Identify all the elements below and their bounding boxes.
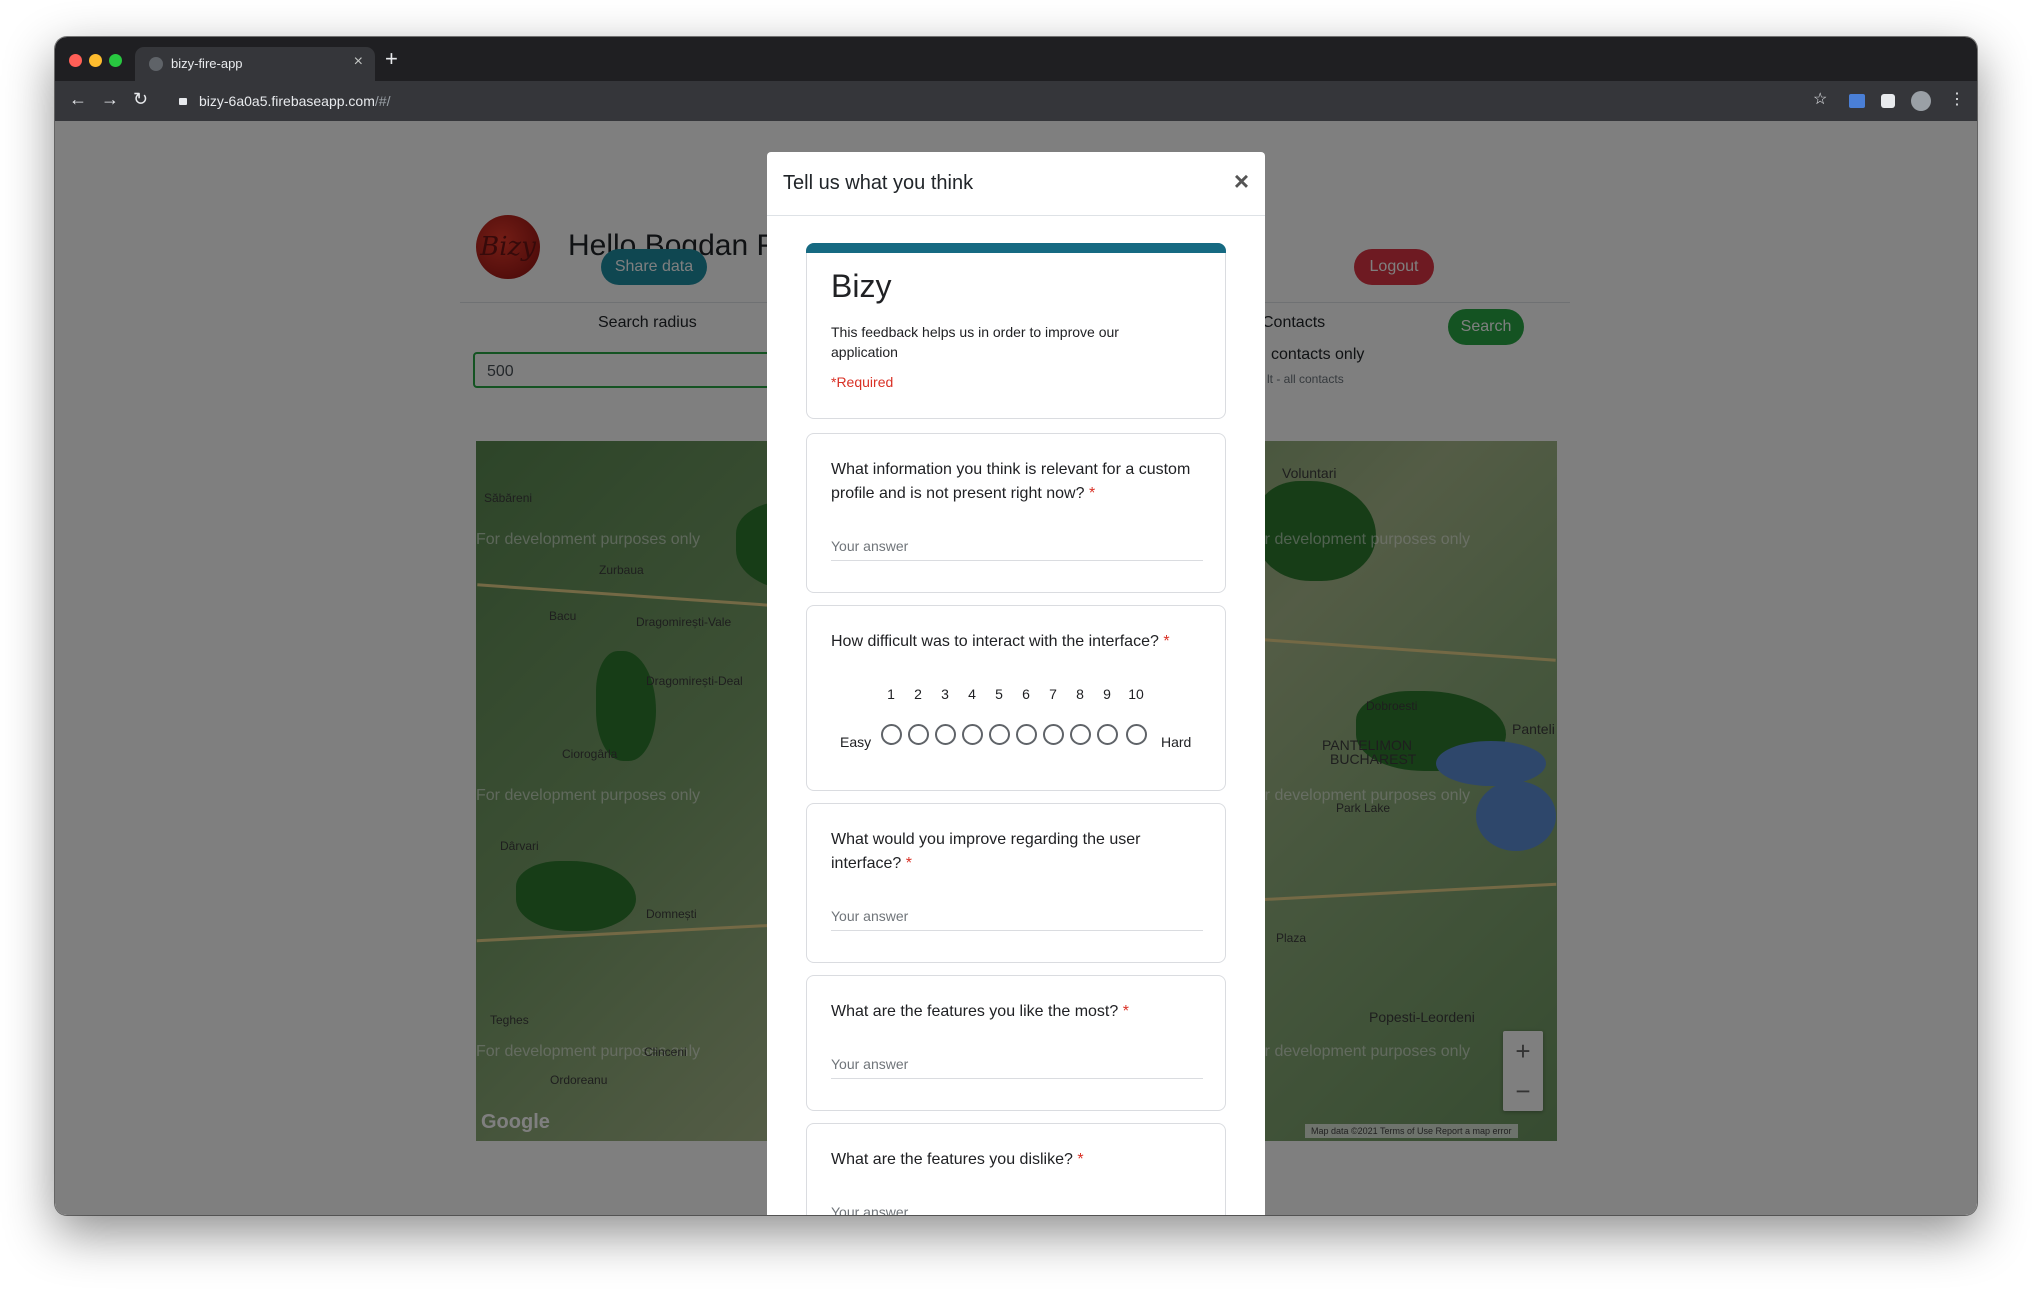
question-card: What information you think is relevant f… <box>806 433 1226 593</box>
scale-radio-4[interactable] <box>962 724 983 745</box>
required-note: *Required <box>831 374 894 390</box>
scale-radio-1[interactable] <box>881 724 902 745</box>
minimize-window-button[interactable] <box>89 54 102 67</box>
answer-input[interactable]: Your answer <box>831 538 1203 561</box>
modal-header: Tell us what you think × <box>767 152 1265 216</box>
back-icon[interactable]: ← <box>69 89 87 110</box>
question-card: How difficult was to interact with the i… <box>806 605 1226 791</box>
tab-title: bizy-fire-app <box>171 56 243 71</box>
question-card: What are the features you dislike? * You… <box>806 1123 1226 1215</box>
question-label: How difficult was to interact with the i… <box>831 633 1159 650</box>
scale-number: 3 <box>941 686 949 702</box>
scale-number: 10 <box>1128 686 1144 702</box>
scale-radio-7[interactable] <box>1043 724 1064 745</box>
form-title: Bizy <box>831 268 892 304</box>
answer-input[interactable]: Your answer <box>831 1056 1203 1079</box>
extensions-puzzle-icon[interactable] <box>1881 94 1895 108</box>
close-window-button[interactable] <box>69 54 82 67</box>
tab-close-icon[interactable]: × <box>354 53 363 71</box>
scale-number: 2 <box>914 686 922 702</box>
question-label: What information you think is relevant f… <box>831 461 1191 502</box>
lock-icon <box>179 98 187 105</box>
required-star: * <box>1088 485 1096 502</box>
question-label: What are the features you dislike? <box>831 1151 1073 1168</box>
browser-window: bizy-fire-app × + ← → ↻ bizy-6a0a5.fireb… <box>55 37 1977 1215</box>
forward-icon[interactable]: → <box>101 89 119 110</box>
required-star: * <box>905 855 912 872</box>
browser-titlebar: bizy-fire-app × + <box>55 37 1977 81</box>
modal-title: Tell us what you think <box>783 172 974 194</box>
question-card: What would you improve regarding the use… <box>806 803 1226 963</box>
url-path: /#/ <box>374 93 391 109</box>
question-text: What are the features you like the most?… <box>831 1000 1201 1024</box>
form-header-card: Bizy This feedback helps us in order to … <box>806 243 1226 419</box>
profile-avatar-icon[interactable] <box>1911 91 1931 111</box>
feedback-modal: Tell us what you think × Bizy This feedb… <box>767 152 1265 1215</box>
required-star: * <box>1077 1151 1084 1168</box>
question-text: How difficult was to interact with the i… <box>831 630 1201 654</box>
scale-number: 1 <box>887 686 895 702</box>
scale-number: 6 <box>1022 686 1030 702</box>
scale-number: 4 <box>968 686 976 702</box>
answer-input[interactable]: Your answer <box>831 908 1203 931</box>
translate-extension-icon[interactable] <box>1849 94 1865 108</box>
page-viewport: Bizy Hello Bogdan F Share data Logout Se… <box>55 121 1977 1215</box>
scale-radio-3[interactable] <box>935 724 956 745</box>
required-star: * <box>1122 1003 1129 1020</box>
question-card: What are the features you like the most?… <box>806 975 1226 1111</box>
scale-high-label: Hard <box>1161 734 1192 750</box>
scale-low-label: Easy <box>840 734 872 750</box>
required-star: * <box>1163 633 1170 650</box>
question-text: What would you improve regarding the use… <box>831 828 1201 876</box>
answer-input[interactable]: Your answer <box>831 1204 1203 1215</box>
reload-icon[interactable]: ↻ <box>133 89 148 110</box>
url-host: bizy-6a0a5.firebaseapp.com <box>199 93 375 109</box>
modal-close-button[interactable]: × <box>1234 166 1249 197</box>
question-label: What are the features you like the most? <box>831 1003 1119 1020</box>
scale-radio-2[interactable] <box>908 724 929 745</box>
browser-toolbar: ← → ↻ bizy-6a0a5.firebaseapp.com/#/ ☆ ⋮ <box>55 81 1977 121</box>
question-label: What would you improve regarding the use… <box>831 831 1141 872</box>
new-tab-button[interactable]: + <box>385 46 398 72</box>
scale-radio-8[interactable] <box>1070 724 1091 745</box>
browser-tab[interactable]: bizy-fire-app × <box>135 47 375 81</box>
maximize-window-button[interactable] <box>109 54 122 67</box>
address-bar[interactable]: bizy-6a0a5.firebaseapp.com/#/ <box>179 89 390 113</box>
scale-number: 7 <box>1049 686 1057 702</box>
scale-radio-5[interactable] <box>989 724 1010 745</box>
bookmark-star-icon[interactable]: ☆ <box>1813 89 1827 109</box>
scale-number: 8 <box>1076 686 1084 702</box>
form-description: This feedback helps us in order to impro… <box>831 324 1119 360</box>
scale-radio-10[interactable] <box>1126 724 1147 745</box>
scale-radio-9[interactable] <box>1097 724 1118 745</box>
browser-menu-icon[interactable]: ⋮ <box>1949 89 1965 109</box>
question-text: What information you think is relevant f… <box>831 458 1201 506</box>
scale-number: 9 <box>1103 686 1111 702</box>
form-accent-bar <box>806 243 1226 253</box>
question-text: What are the features you dislike? * <box>831 1148 1201 1172</box>
tab-favicon-icon <box>149 57 163 71</box>
scale-radio-6[interactable] <box>1016 724 1037 745</box>
scale-number: 5 <box>995 686 1003 702</box>
